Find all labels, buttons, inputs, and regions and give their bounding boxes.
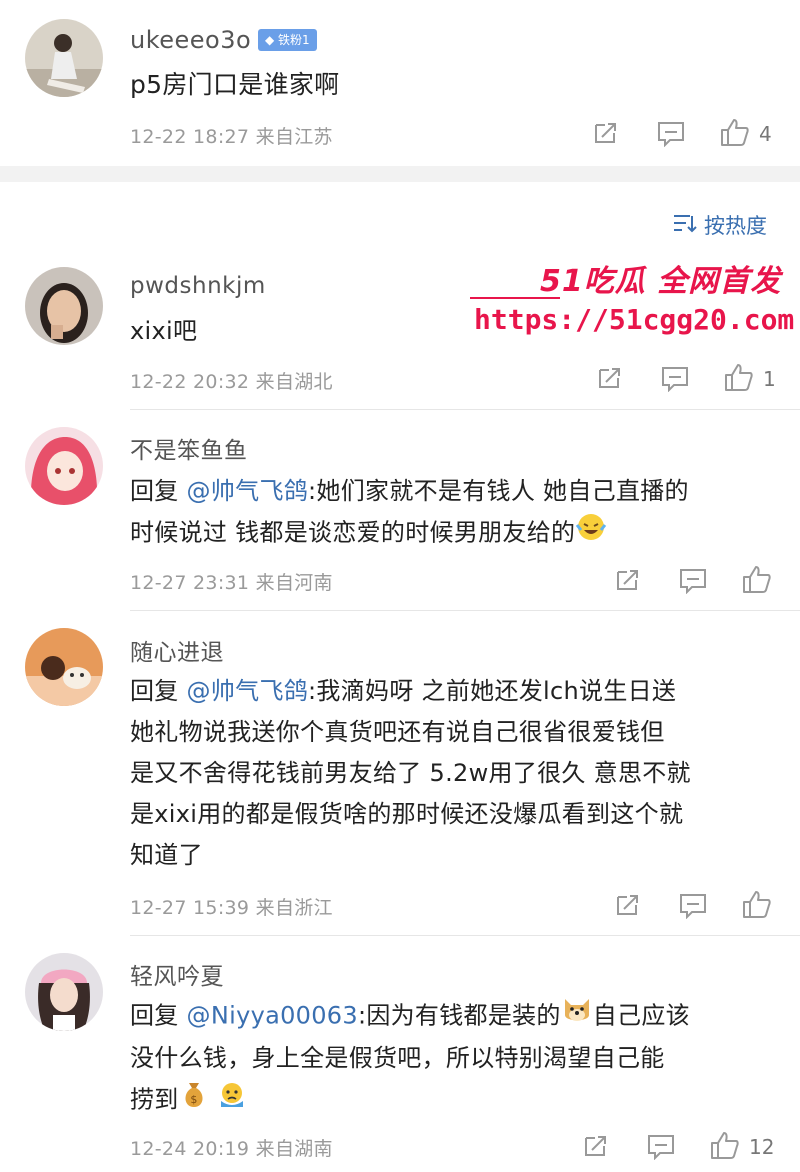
money-bag-emoji: $	[179, 1079, 209, 1122]
mention-link[interactable]: @帅气飞鸽	[187, 677, 309, 705]
comment-line: 捞到 $	[130, 1079, 690, 1122]
like-count: 1	[763, 367, 776, 391]
comment-line: 没什么钱，身上全是假货吧，所以特别渴望自己能	[130, 1044, 665, 1072]
username[interactable]: pwdshnkjm	[130, 273, 266, 299]
like-icon[interactable]	[724, 362, 754, 396]
mention-link[interactable]: @帅气飞鸽	[187, 477, 309, 505]
sort-button[interactable]: 按热度	[672, 210, 767, 240]
username[interactable]: 不是笨鱼鱼	[130, 431, 248, 465]
avatar[interactable]	[25, 628, 103, 706]
comment-meta: 12-27 23:31 来自河南	[130, 568, 333, 595]
comment-line: 是又不舍得花钱前男友给了 5.2w用了很久 意思不就	[130, 759, 691, 787]
comment-meta: 12-24 20:19 来自湖南	[130, 1134, 333, 1161]
comment-text: 回复 @帅气飞鸽:我滴妈呀 之前她还发lch说生日送 她礼物说我送你个真货吧还有…	[130, 671, 691, 876]
comment-text: p5房门口是谁家啊	[130, 70, 340, 99]
comment-time: 12-22 20:32	[130, 371, 250, 393]
comment-time: 12-22 18:27	[130, 126, 250, 148]
sort-label: 按热度	[704, 214, 767, 238]
comment-icon[interactable]	[661, 366, 689, 396]
like-count: 12	[749, 1135, 775, 1159]
comment-line: 是xixi用的都是假货啥的那时候还没爆瓜看到这个就	[130, 800, 684, 828]
comment-line-text: 自己应该	[592, 1001, 690, 1030]
divider	[130, 935, 800, 936]
like-icon[interactable]	[742, 564, 772, 598]
comment-time: 12-27 15:39	[130, 897, 250, 919]
username[interactable]: 轻风吟夏	[130, 957, 224, 991]
comment-time: 12-27 23:31	[130, 572, 250, 594]
watermark-title: 51吃瓜 全网首发	[540, 264, 782, 299]
comment-time: 12-24 20:19	[130, 1138, 250, 1160]
like-icon[interactable]	[742, 889, 772, 923]
share-icon[interactable]	[597, 366, 623, 394]
comment-icon[interactable]	[679, 568, 707, 598]
comment-location: 来自湖南	[255, 1138, 333, 1160]
mention-link[interactable]: @Niyya00063	[187, 1002, 358, 1030]
comment-icon[interactable]	[657, 121, 685, 151]
comment-line-text: :她们家就不是有钱人 她自己直播的	[308, 477, 689, 505]
comment-location: 来自河南	[255, 572, 333, 594]
laugh-cry-emoji	[575, 512, 607, 555]
doge-emoji	[561, 995, 593, 1038]
comment-meta: 12-22 18:27 来自江苏	[130, 122, 333, 149]
comment-line: 知道了	[130, 841, 203, 869]
watermark-line	[470, 297, 560, 299]
comment-location: 来自浙江	[255, 897, 333, 919]
username[interactable]: 随心进退	[130, 633, 224, 667]
badge-label: 铁粉1	[278, 33, 310, 47]
username[interactable]: ukeeeo3o	[130, 26, 251, 54]
avatar[interactable]	[25, 953, 103, 1031]
comment-text: 回复 @Niyya00063:因为有钱都是装的 自己应该 没什么钱，身上全是假货吧…	[130, 995, 690, 1122]
reply-prefix: 回复	[130, 1001, 179, 1030]
comment-location: 来自湖北	[255, 371, 333, 393]
comment-line-text: :因为有钱都是装的	[357, 1001, 561, 1030]
divider	[130, 409, 800, 410]
section-separator	[0, 166, 800, 182]
comment-line: 回复 @帅气飞鸽:她们家就不是有钱人 她自己直播的	[130, 471, 689, 512]
share-icon[interactable]	[593, 121, 619, 149]
fan-badge: ◆ 铁粉1	[258, 29, 317, 51]
comment-meta: 12-22 20:32 来自湖北	[130, 367, 333, 394]
comment-location: 来自江苏	[255, 126, 333, 148]
avatar[interactable]	[25, 267, 103, 345]
comment-line-text: :我滴妈呀 之前她还发lch说生日送	[308, 677, 677, 705]
like-icon[interactable]	[710, 1130, 740, 1164]
comment-meta: 12-27 15:39 来自浙江	[130, 893, 333, 920]
comment-icon[interactable]	[647, 1134, 675, 1164]
comment-text: 回复 @帅气飞鸽:她们家就不是有钱人 她自己直播的 时候说过 钱都是谈恋爱的时候…	[130, 471, 689, 555]
sad-face-emoji	[217, 1079, 247, 1122]
like-count: 4	[759, 122, 772, 146]
like-icon[interactable]	[720, 117, 750, 151]
svg-text:$: $	[190, 1093, 197, 1106]
avatar[interactable]	[25, 19, 103, 97]
avatar[interactable]	[25, 427, 103, 505]
divider	[130, 610, 800, 611]
sort-icon	[672, 212, 698, 238]
reply-prefix: 回复	[130, 477, 179, 505]
watermark-url: https://51cgg20.com	[474, 303, 795, 336]
comment-line: 回复 @Niyya00063:因为有钱都是装的 自己应该	[130, 995, 690, 1038]
comment-line-text: 时候说过 钱都是谈恋爱的时候男朋友给的	[130, 518, 576, 547]
share-icon[interactable]	[583, 1134, 609, 1162]
comment-icon[interactable]	[679, 893, 707, 923]
comment-line: 回复 @帅气飞鸽:我滴妈呀 之前她还发lch说生日送	[130, 671, 691, 712]
share-icon[interactable]	[615, 568, 641, 596]
comment-line: 她礼物说我送你个真货吧还有说自己很省很爱钱但	[130, 718, 665, 746]
share-icon[interactable]	[615, 893, 641, 921]
comment-line: 时候说过 钱都是谈恋爱的时候男朋友给的	[130, 512, 689, 555]
comment-text: xixi吧	[130, 317, 198, 345]
comment-line-text: 捞到	[130, 1085, 179, 1114]
reply-prefix: 回复	[130, 677, 179, 705]
